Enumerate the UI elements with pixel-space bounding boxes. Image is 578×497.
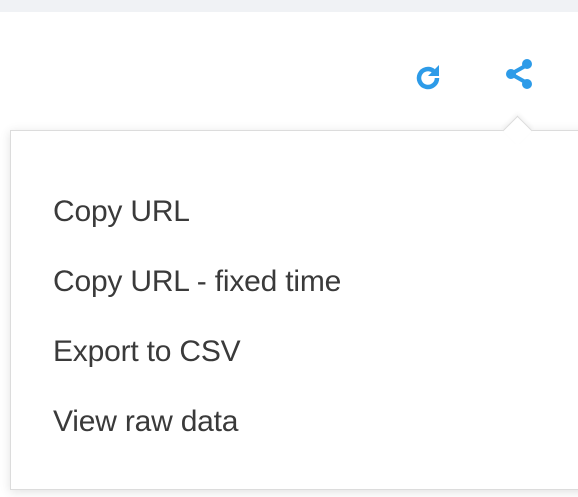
menu-item-copy-url-fixed-time[interactable]: Copy URL - fixed time [53, 260, 341, 330]
share-icon [506, 59, 532, 89]
panel-toolbar [0, 12, 578, 130]
share-button[interactable] [502, 56, 538, 92]
menu-item-view-raw-data[interactable]: View raw data [53, 400, 341, 470]
share-menu: Copy URL Copy URL - fixed time Export to… [53, 190, 341, 470]
top-strip [0, 0, 578, 12]
menu-item-export-csv[interactable]: Export to CSV [53, 330, 341, 400]
menu-item-copy-url[interactable]: Copy URL [53, 190, 341, 260]
refresh-button[interactable] [410, 60, 446, 96]
refresh-icon [416, 65, 440, 90]
